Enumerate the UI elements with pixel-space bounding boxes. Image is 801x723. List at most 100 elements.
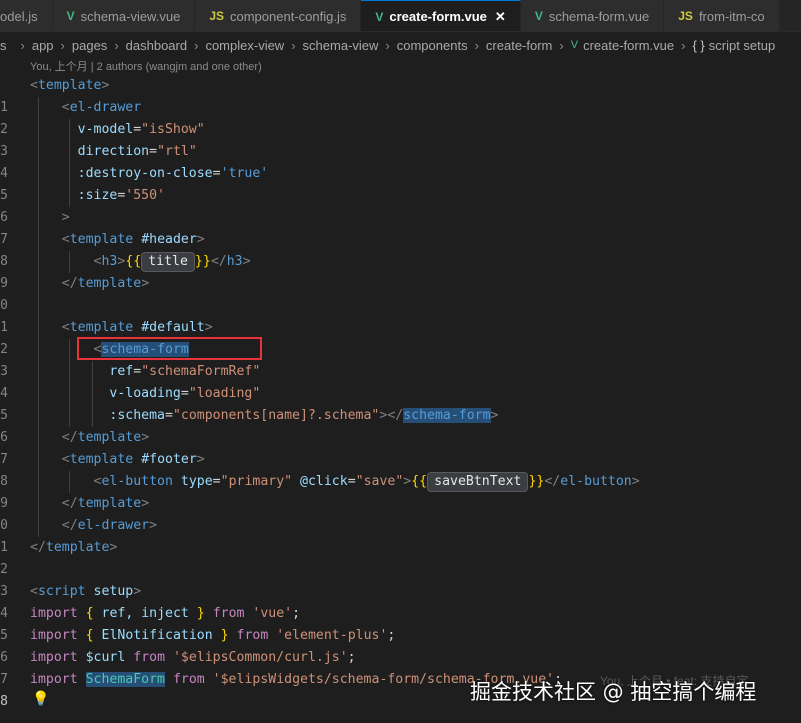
chevron-right-icon: ›	[385, 37, 390, 53]
code-line: 9 <el-button type="primary" @click="save…	[0, 471, 801, 511]
code-line: 8 <template #header>	[0, 229, 801, 269]
code-line: 5 v-loading="loading"	[0, 383, 801, 423]
close-icon[interactable]: ✕	[495, 9, 506, 25]
code-line: 2 <template #default>	[0, 317, 801, 357]
code-text: import { ref, inject } from 'vue';	[30, 606, 301, 621]
code-text: <el-drawer	[61, 100, 142, 115]
tab-label: odel.js	[0, 8, 38, 24]
breadcrumb-item-dashboard[interactable]: dashboard	[126, 38, 187, 53]
code-line: 7 </template>	[0, 427, 801, 467]
code-text: </template>	[61, 496, 150, 511]
code-text: :destroy-on-close='true'	[77, 166, 269, 181]
editor-tab-bar: odel.js V schema-view.vue JS component-c…	[0, 0, 801, 32]
vue-file-icon: V	[570, 39, 579, 51]
breadcrumb-lead[interactable]: s	[0, 38, 7, 53]
code-line: 2 <el-drawer	[0, 97, 801, 137]
tab-component-config-js[interactable]: JS component-config.js	[195, 0, 362, 31]
indent-guide	[38, 295, 39, 317]
codelens-blame[interactable]: You, 上个月 | 2 authors (wangjm and one oth…	[30, 58, 262, 74]
tab-from-itm-js[interactable]: JS from-itm-co	[664, 0, 780, 31]
lightbulb-icon[interactable]: 💡	[32, 691, 49, 707]
js-file-icon: JS	[209, 9, 224, 23]
code-text: import { ElNotification } from 'element-…	[30, 628, 396, 643]
tab-label: from-itm-co	[698, 8, 765, 24]
code-text: <template #header>	[61, 232, 205, 247]
code-text: <h3>{{title}}</h3>	[30, 251, 251, 273]
chevron-right-icon: ›	[681, 37, 686, 53]
breadcrumb-item-components[interactable]: components	[397, 38, 468, 53]
tab-model-js[interactable]: odel.js	[0, 0, 53, 31]
code-text: </el-drawer>	[61, 518, 158, 533]
breadcrumb: s › app › pages › dashboard › complex-vi…	[0, 33, 801, 57]
breadcrumb-item-complex-view[interactable]: complex-view	[205, 38, 284, 53]
code-line: 4 <script setup>	[0, 581, 801, 621]
breadcrumb-item-app[interactable]: app	[32, 38, 54, 53]
tab-label: schema-view.vue	[80, 8, 181, 24]
code-line: 1	[0, 295, 801, 335]
code-line: 6 :size='550'	[0, 185, 801, 225]
breadcrumb-item-create-form[interactable]: create-form	[486, 38, 552, 53]
code-line: 3	[0, 559, 801, 599]
js-file-icon: JS	[678, 9, 693, 23]
tab-label: schema-form.vue	[548, 8, 650, 24]
code-line: 5 :destroy-on-close='true'	[0, 163, 801, 203]
code-line: 1 <template>	[0, 75, 801, 115]
vue-file-icon: V	[66, 9, 75, 23]
code-line: 7 import $curl from '$elipsCommon/curl.j…	[0, 647, 801, 687]
breadcrumb-item-file[interactable]: create-form.vue	[583, 38, 674, 53]
vue-file-icon: V	[375, 9, 384, 24]
chevron-right-icon: ›	[474, 37, 479, 53]
code-text: import $curl from '$elipsCommon/curl.js'…	[30, 650, 356, 665]
breadcrumb-item-pages[interactable]: pages	[72, 38, 107, 53]
tab-create-form-vue[interactable]: V create-form.vue ✕	[361, 0, 521, 31]
tab-schema-form-vue[interactable]: V schema-form.vue	[520, 0, 665, 31]
chevron-right-icon: ›	[559, 37, 564, 53]
code-text: :size='550'	[77, 188, 165, 203]
chevron-right-icon: ›	[291, 37, 296, 53]
code-line: 6 import { ElNotification } from 'elemen…	[0, 625, 801, 665]
code-text: direction="rtl"	[77, 144, 197, 159]
tab-schema-view-vue[interactable]: V schema-view.vue	[52, 0, 196, 31]
chevron-right-icon: ›	[194, 37, 199, 53]
code-line: 4 direction="rtl"	[0, 141, 801, 181]
code-text: <el-button type="primary" @click="save">…	[30, 471, 640, 493]
inline-hint-save-btn-text: saveBtnText	[427, 472, 529, 492]
vue-file-icon: V	[534, 9, 543, 23]
code-text: v-loading="loading"	[109, 386, 261, 401]
code-text: </template>	[61, 276, 150, 291]
code-line: 1 </el-drawer>	[0, 515, 801, 555]
chevron-right-icon: ›	[20, 37, 25, 53]
code-line: 0 </template>	[0, 273, 801, 313]
code-text: ref="schemaFormRef"	[109, 364, 261, 379]
code-line: 7 >	[0, 207, 801, 247]
line-number: 8	[0, 694, 8, 709]
code-line: 8 <template #footer>	[0, 449, 801, 489]
code-editor[interactable]: 1 <template> 2 <el-drawer 3 v-model="isS…	[0, 75, 801, 709]
code-line: 4 ref="schemaFormRef"	[0, 361, 801, 401]
code-text: </template>	[30, 540, 118, 555]
code-line: 3 v-model="isShow"	[0, 119, 801, 159]
breadcrumb-item-schema-view[interactable]: schema-view	[303, 38, 379, 53]
braces-icon: { }	[692, 37, 705, 53]
inline-hint-title: title	[141, 252, 195, 272]
breadcrumb-symbol[interactable]: script setup	[709, 38, 775, 53]
code-text: v-model="isShow"	[77, 122, 205, 137]
code-text: <template>	[30, 78, 110, 93]
code-line: 2 </template>	[0, 537, 801, 577]
highlight-box	[77, 337, 262, 360]
code-line: 5 import { ref, inject } from 'vue';	[0, 603, 801, 643]
code-text: </template>	[61, 430, 150, 445]
code-text: :schema="components[name]?.schema"></sch…	[109, 408, 499, 423]
tab-label: component-config.js	[230, 8, 347, 24]
code-line: 0 </template>	[0, 493, 801, 533]
code-text: >	[61, 210, 70, 225]
tab-label: create-form.vue	[389, 9, 487, 24]
code-text: <template #default>	[61, 320, 213, 335]
chevron-right-icon: ›	[60, 37, 65, 53]
code-line: 9 <h3>{{title}}</h3>	[0, 251, 801, 291]
watermark-text: 掘金技术社区 @ 抽空搞个编程	[470, 680, 757, 704]
chevron-right-icon: ›	[114, 37, 119, 53]
code-text: <template #footer>	[61, 452, 205, 467]
code-line: 6 :schema="components[name]?.schema"></s…	[0, 405, 801, 445]
code-text: <script setup>	[30, 584, 142, 599]
